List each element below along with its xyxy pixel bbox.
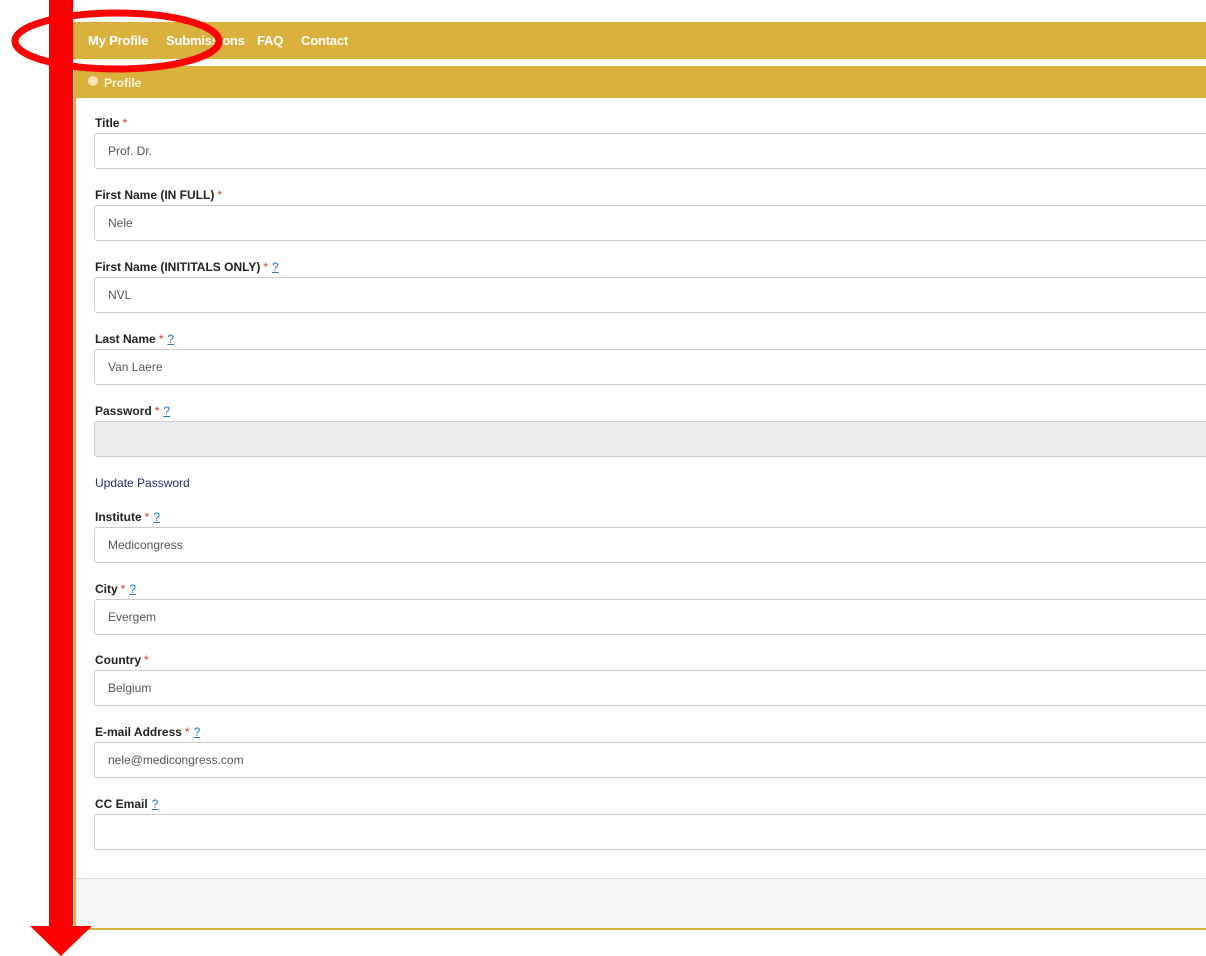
nav-contact[interactable]: Contact bbox=[301, 33, 348, 48]
first-name-full-label: First Name (IN FULL) * bbox=[95, 188, 222, 202]
cc-email-input[interactable] bbox=[94, 814, 1206, 850]
help-link[interactable]: ? bbox=[167, 332, 174, 346]
cc-email-label-text: CC Email bbox=[95, 797, 148, 811]
required-mark: * bbox=[184, 725, 190, 739]
help-link[interactable]: ? bbox=[152, 797, 159, 811]
nav-my-profile[interactable]: My Profile bbox=[88, 33, 148, 48]
institute-input[interactable] bbox=[94, 527, 1206, 563]
last-name-label-text: Last Name bbox=[95, 332, 156, 346]
required-mark: * bbox=[154, 404, 160, 418]
annotation-arrow-shaft bbox=[49, 0, 73, 928]
country-select[interactable] bbox=[94, 670, 1206, 706]
password-label: Password *? bbox=[95, 404, 170, 418]
email-input[interactable] bbox=[94, 742, 1206, 778]
nav-faq[interactable]: FAQ bbox=[257, 33, 283, 48]
required-mark: * bbox=[217, 188, 223, 202]
country-label: Country * bbox=[95, 653, 149, 667]
help-link[interactable]: ? bbox=[129, 582, 136, 596]
institute-label: Institute *? bbox=[95, 510, 160, 524]
last-name-input[interactable] bbox=[94, 349, 1206, 385]
nav-submissions[interactable]: Submissions bbox=[166, 33, 245, 48]
help-link[interactable]: ? bbox=[194, 725, 201, 739]
help-link[interactable]: ? bbox=[163, 404, 170, 418]
title-input[interactable] bbox=[94, 133, 1206, 169]
cc-email-label: CC Email? bbox=[95, 797, 158, 811]
annotation-arrow-head bbox=[30, 926, 92, 956]
required-mark: * bbox=[122, 116, 128, 130]
email-label-text: E-mail Address bbox=[95, 725, 182, 739]
required-mark: * bbox=[144, 653, 149, 667]
country-label-text: Country bbox=[95, 653, 141, 667]
required-mark: * bbox=[120, 582, 126, 596]
password-input bbox=[94, 421, 1206, 457]
panel-footer bbox=[76, 878, 1206, 928]
panel-header: Profile bbox=[76, 68, 1206, 98]
title-label: Title * bbox=[95, 116, 127, 130]
title-label-text: Title bbox=[95, 116, 120, 130]
help-link[interactable]: ? bbox=[272, 260, 279, 274]
help-link[interactable]: ? bbox=[153, 510, 160, 524]
update-password-link[interactable]: Update Password bbox=[95, 476, 190, 490]
required-mark: * bbox=[144, 510, 150, 524]
panel-title: Profile bbox=[104, 76, 142, 90]
top-navbar: My Profile Submissions FAQ Contact bbox=[72, 22, 1206, 59]
profile-panel: Profile Title* First Name (IN FULL)* Fir… bbox=[74, 66, 1206, 930]
required-mark: * bbox=[263, 260, 269, 274]
institute-label-text: Institute bbox=[95, 510, 142, 524]
first-name-initials-input[interactable] bbox=[94, 277, 1206, 313]
password-label-text: Password bbox=[95, 404, 152, 418]
email-label: E-mail Address *? bbox=[95, 725, 200, 739]
city-label-text: City bbox=[95, 582, 118, 596]
city-label: City *? bbox=[95, 582, 136, 596]
first-name-full-input[interactable] bbox=[94, 205, 1206, 241]
first-name-full-label-text: First Name (IN FULL) bbox=[95, 188, 215, 202]
last-name-label: Last Name *? bbox=[95, 332, 174, 346]
city-input[interactable] bbox=[94, 599, 1206, 635]
first-name-initials-label: First Name (INITITALS ONLY) *? bbox=[95, 260, 279, 274]
first-name-initials-label-text: First Name (INITITALS ONLY) bbox=[95, 260, 261, 274]
required-mark: * bbox=[158, 332, 164, 346]
user-icon bbox=[88, 76, 98, 86]
